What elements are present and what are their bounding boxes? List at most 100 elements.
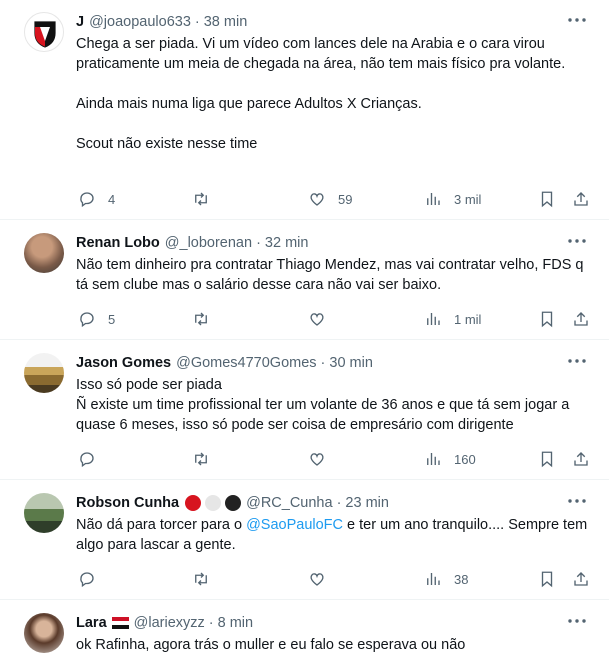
reply-button[interactable] [78,449,96,469]
views-button[interactable]: 160 [424,449,476,469]
reply-button[interactable]: 5 [78,309,115,329]
red-circle-emoji [185,495,202,511]
share-button[interactable] [572,309,590,329]
bookmark-icon [541,191,553,208]
retweet-icon [195,192,207,206]
black-circle-emoji [225,495,242,511]
bookmark-button[interactable] [538,189,556,209]
tweet-text-line [76,114,593,134]
handle[interactable]: @Gomes4770Gomes [176,355,316,371]
heart-icon [310,573,324,586]
retweet-button[interactable] [192,309,210,329]
reply-button[interactable]: 4 [78,189,115,209]
views-icon [427,573,440,585]
tweet-text-line: Scout não existe nesse time [76,136,258,152]
share-button[interactable] [572,189,590,209]
egypt-flag-icon [111,617,129,629]
separator: · [336,495,342,511]
retweet-button[interactable] [192,189,222,209]
tweet-text-line: ok Rafinha, agora trás o muller e eu fal… [76,637,466,653]
bookmark-button[interactable] [538,449,556,469]
more-options-icon[interactable] [567,611,587,631]
more-options-icon[interactable] [567,231,587,251]
bookmark-button[interactable] [538,309,556,329]
display-name[interactable]: Robson Cunha [76,495,179,511]
display-name[interactable]: Lara [76,615,107,631]
tweet-text-line: Não tem dinheiro pra contratar Thiago Me… [76,257,584,293]
timestamp[interactable]: 32 min [265,235,309,251]
mention-link[interactable]: @SaoPauloFC [246,517,343,533]
tweet-text-line: Isso só pode ser piada [76,377,222,393]
views-button[interactable]: 1 mil [424,309,481,329]
display-name[interactable]: J [76,14,84,30]
reply-count: 5 [108,311,116,327]
timestamp[interactable]: 38 min [204,14,248,30]
share-icon [574,312,588,326]
tweet-text-line [76,74,593,94]
like-button[interactable] [308,449,326,469]
tweet[interactable]: Renan Lobo @_loborenan · 32 min Não tem … [0,220,609,340]
tweet[interactable]: Lara @lariexyzz · 8 min ok Rafinha, agor… [0,600,609,666]
retweet-icon [195,572,207,586]
bookmark-button[interactable] [538,569,556,589]
separator: · [208,615,214,631]
avatar[interactable] [24,233,64,273]
views-button[interactable]: 38 [424,569,468,589]
like-button[interactable] [308,569,326,589]
display-name[interactable]: Renan Lobo [76,235,160,251]
tweet-text-line: Ñ existe um time profissional ter um vol… [76,397,570,433]
avatar[interactable] [24,12,64,52]
share-button[interactable] [572,449,590,469]
timestamp[interactable]: 30 min [329,355,373,371]
handle[interactable]: @_loborenan [165,235,252,251]
tweet-text: Não dá para torcer para o @SaoPauloFC e … [76,515,593,555]
view-count: 1 mil [454,311,482,327]
view-count: 160 [454,451,476,467]
like-button[interactable]: 59 [308,189,352,209]
avatar[interactable] [24,613,64,653]
views-button[interactable]: 3 mil [424,189,481,209]
tweet[interactable]: Jason Gomes @Gomes4770Gomes · 30 min Iss… [0,340,609,480]
retweet-icon [195,452,207,466]
retweet-icon [195,312,207,326]
reply-icon [80,572,94,588]
handle[interactable]: @joaopaulo633 [89,14,191,30]
handle[interactable]: @RC_Cunha [246,495,332,511]
tweet-header: Jason Gomes @Gomes4770Gomes · 30 min [76,353,593,373]
like-count: 59 [338,191,353,207]
reply-icon [80,192,94,208]
tweet-text: Não tem dinheiro pra contratar Thiago Me… [76,255,593,295]
timestamp[interactable]: 23 min [345,495,389,511]
share-button[interactable] [572,569,590,589]
tweet[interactable]: J @joaopaulo633 · 38 min Chega a ser pia… [0,0,609,220]
display-name[interactable]: Jason Gomes [76,355,171,371]
retweet-button[interactable] [192,449,210,469]
text-segment: Não dá para torcer para o [76,517,247,533]
like-button[interactable] [308,309,326,329]
action-bar: 38 [0,569,609,589]
reply-feed: J @joaopaulo633 · 38 min Chega a ser pia… [0,0,609,666]
view-count: 38 [454,571,469,587]
white-circle-emoji [205,495,222,511]
more-options-icon[interactable] [567,491,587,511]
more-options-icon[interactable] [567,351,587,371]
tweet-header: Lara @lariexyzz · 8 min [76,613,593,633]
separator: · [256,235,261,251]
more-options-icon[interactable] [567,10,587,30]
views-icon [427,453,440,465]
heart-icon [310,453,324,466]
tweet-header: Renan Lobo @_loborenan · 32 min [76,233,593,253]
separator: · [194,14,200,30]
action-bar: 160 [0,449,609,469]
separator: · [320,355,326,371]
tweet[interactable]: Robson Cunha @RC_Cunha · 23 min Não dá p… [0,480,609,600]
avatar[interactable] [24,353,64,393]
sao-paulo-fc-crest-icon [34,21,56,48]
retweet-button[interactable] [192,569,210,589]
reply-button[interactable] [78,569,96,589]
handle[interactable]: @lariexyzz [134,615,205,631]
tweet-text: ok Rafinha, agora trás o muller e eu fal… [76,635,593,655]
reply-icon [80,312,94,328]
timestamp[interactable]: 8 min [218,615,253,631]
avatar[interactable] [24,493,64,533]
